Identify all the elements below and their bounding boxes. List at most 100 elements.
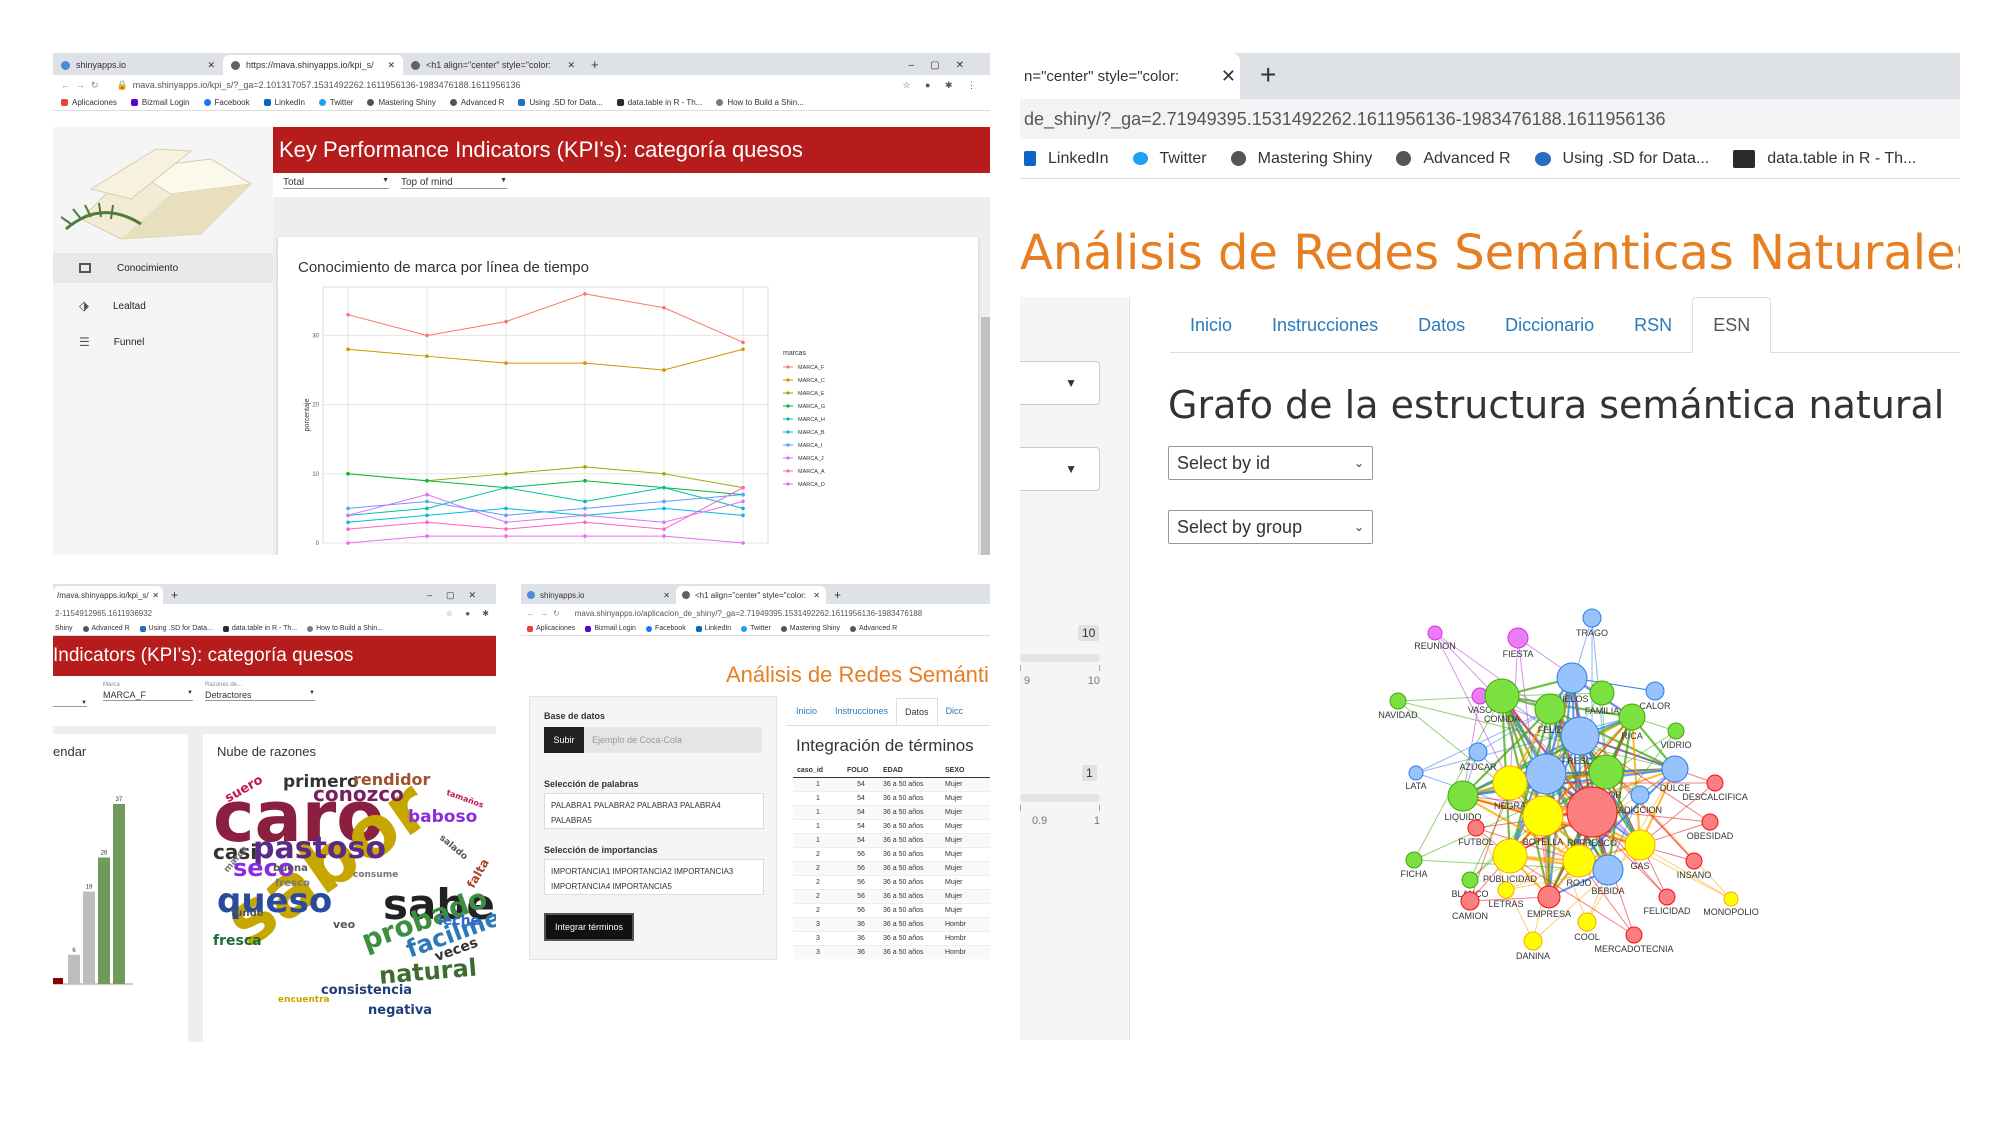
nav-arrows-icon[interactable]: ←→↻	[61, 80, 105, 91]
node-circle[interactable]	[1706, 774, 1724, 792]
network-node[interactable]: BOTELLA	[1522, 795, 1564, 847]
table-row[interactable]: 3 36 36 a 50 años Hombr	[793, 917, 990, 932]
node-circle[interactable]	[1507, 627, 1529, 649]
node-circle[interactable]	[1562, 844, 1596, 878]
url-text[interactable]: mava.shinyapps.io/aplicacion_de_shiny/?_…	[575, 609, 922, 618]
node-circle[interactable]	[1427, 625, 1443, 641]
nav-arrows-icon[interactable]: ←→↻	[527, 609, 565, 618]
filter-select[interactable]: Top of mind ▼	[401, 177, 507, 189]
select-box[interactable]: Detractores ▼	[205, 690, 315, 701]
node-circle[interactable]	[1492, 765, 1528, 801]
close-tab-icon[interactable]: ✕	[152, 591, 159, 600]
tab-inicio[interactable]: Inicio	[786, 698, 827, 725]
node-circle[interactable]	[1624, 829, 1656, 861]
url-text[interactable]: mava.shinyapps.io/kpi_s/?_ga=2.101317057…	[133, 80, 521, 90]
close-tab-icon[interactable]: ✕	[1221, 66, 1236, 87]
bookmark[interactable]: How to Build a Shin...	[307, 625, 383, 632]
browser-tab[interactable]: shinyapps.io ✕	[521, 586, 676, 604]
network-node[interactable]: MONOPOLIO	[1703, 891, 1759, 917]
bookmark[interactable]: Advanced R	[850, 625, 897, 632]
new-tab-icon[interactable]: +	[163, 588, 186, 604]
bookmark[interactable]: Bizmail Login	[130, 98, 190, 107]
bookmark[interactable]: Advanced R	[449, 98, 504, 107]
close-tab-icon[interactable]: ✕	[387, 60, 395, 71]
window-controls[interactable]: –▢✕	[899, 60, 990, 75]
node-circle[interactable]	[1582, 608, 1602, 628]
network-node[interactable]: FIESTA	[1503, 627, 1534, 659]
node-circle[interactable]	[1618, 703, 1646, 731]
bookmark[interactable]: LinkedIn	[1024, 150, 1109, 168]
table-row[interactable]: 1 54 36 a 50 años Mujer	[793, 791, 990, 806]
network-node[interactable]: NEGRA	[1492, 765, 1528, 811]
node-circle[interactable]	[1556, 662, 1588, 694]
network-node[interactable]: DESCALCIFICA	[1682, 774, 1748, 802]
tab-instrucciones[interactable]: Instrucciones	[827, 698, 896, 725]
tab-diccionario[interactable]: Dicc	[938, 698, 972, 725]
table-row[interactable]: 3 36 36 a 50 años Hombr	[793, 945, 990, 959]
node-circle[interactable]	[1523, 931, 1543, 951]
bookmark[interactable]: Facebook	[203, 98, 250, 107]
node-circle[interactable]	[1447, 780, 1479, 812]
column-header[interactable]: EDAD	[879, 764, 941, 778]
node-circle[interactable]	[1467, 819, 1485, 837]
network-node[interactable]: NAVIDAD	[1378, 692, 1418, 720]
new-tab-icon[interactable]: +	[1240, 59, 1296, 99]
window-controls[interactable]: –▢✕	[421, 590, 496, 604]
bookmark[interactable]: Mastering Shiny	[780, 625, 840, 632]
network-node[interactable]: INSANO	[1677, 852, 1712, 880]
node-circle[interactable]	[1484, 678, 1520, 714]
node-circle[interactable]	[1566, 786, 1618, 838]
node-circle[interactable]	[1525, 753, 1567, 795]
table-row[interactable]: 1 54 36 a 50 años Mujer	[793, 819, 990, 834]
new-tab-icon[interactable]: +	[826, 588, 849, 604]
network-node[interactable]: DANINA	[1516, 931, 1550, 961]
bookmark[interactable]: Using .SD for Data...	[1534, 150, 1709, 168]
bookmark-apps[interactable]: Aplicaciones	[61, 98, 117, 107]
node-circle[interactable]	[1537, 885, 1561, 909]
node-circle[interactable]	[1577, 912, 1597, 932]
node-circle[interactable]	[1460, 891, 1480, 911]
bookmark[interactable]: Bizmail Login	[585, 625, 636, 632]
network-node[interactable]: ADICCION	[1618, 785, 1662, 815]
network-node[interactable]: FAMILIA	[1585, 680, 1620, 716]
network-node[interactable]: CALOR	[1639, 681, 1671, 711]
node-circle[interactable]	[1685, 852, 1703, 870]
select-box[interactable]: ▼	[1020, 447, 1100, 491]
column-header[interactable]: FOLIO	[843, 764, 879, 778]
bookmark[interactable]: data.table in R - Th...	[1733, 149, 1916, 168]
network-node[interactable]: FELIZ	[1534, 693, 1566, 735]
select-by-group[interactable]: Select by group ⌄	[1168, 510, 1373, 544]
network-node[interactable]: ROJO	[1562, 844, 1596, 888]
sidebar-item-lealtad[interactable]: ⬗ Lealtad	[53, 291, 273, 321]
network-node[interactable]: REFRESCO	[1566, 786, 1618, 848]
table-row[interactable]: 2 56 36 a 50 años Mujer	[793, 861, 990, 876]
node-circle[interactable]	[1630, 785, 1650, 805]
node-circle[interactable]	[1389, 692, 1407, 710]
upload-button[interactable]: Subir	[544, 727, 584, 753]
browser-tab-active[interactable]: https://mava.shinyapps.io/kpi_s/ ✕	[223, 55, 403, 75]
bookmark[interactable]: LinkedIn	[695, 625, 731, 632]
node-circle[interactable]	[1589, 680, 1615, 706]
node-circle[interactable]	[1592, 854, 1624, 886]
sidebar-item-conocimiento[interactable]: Conocimiento	[53, 253, 273, 283]
node-circle[interactable]	[1408, 765, 1424, 781]
close-tab-icon[interactable]: ✕	[813, 591, 820, 600]
network-node[interactable]: COMIDA	[1484, 678, 1520, 724]
filter-select[interactable]: ▼	[53, 696, 87, 707]
node-circle[interactable]	[1667, 722, 1685, 740]
network-node[interactable]: RICA	[1618, 703, 1646, 741]
network-node[interactable]: TRAGO	[1576, 608, 1608, 638]
node-circle[interactable]	[1468, 742, 1488, 762]
browser-tab-active[interactable]: /mava.shinyapps.io/kpi_s/ ✕	[53, 586, 163, 604]
network-node[interactable]: FRESCA	[1560, 716, 1600, 766]
node-circle[interactable]	[1658, 888, 1676, 906]
network-node[interactable]: REUNION	[1414, 625, 1456, 651]
node-circle[interactable]	[1461, 871, 1479, 889]
words-select[interactable]: PALABRA1 PALABRA2 PALABRA3 PALABRA4 PALA…	[544, 793, 764, 829]
bookmark-apps[interactable]: Aplicaciones	[527, 625, 575, 632]
network-node[interactable]: DULCE	[1660, 755, 1691, 793]
star-icon[interactable]: ☆ ● ✱ ⋮	[902, 80, 982, 91]
column-header[interactable]: SEXO	[941, 764, 990, 778]
network-node[interactable]: MERCADOTECNIA	[1594, 926, 1674, 954]
new-tab-icon[interactable]: +	[583, 57, 607, 75]
